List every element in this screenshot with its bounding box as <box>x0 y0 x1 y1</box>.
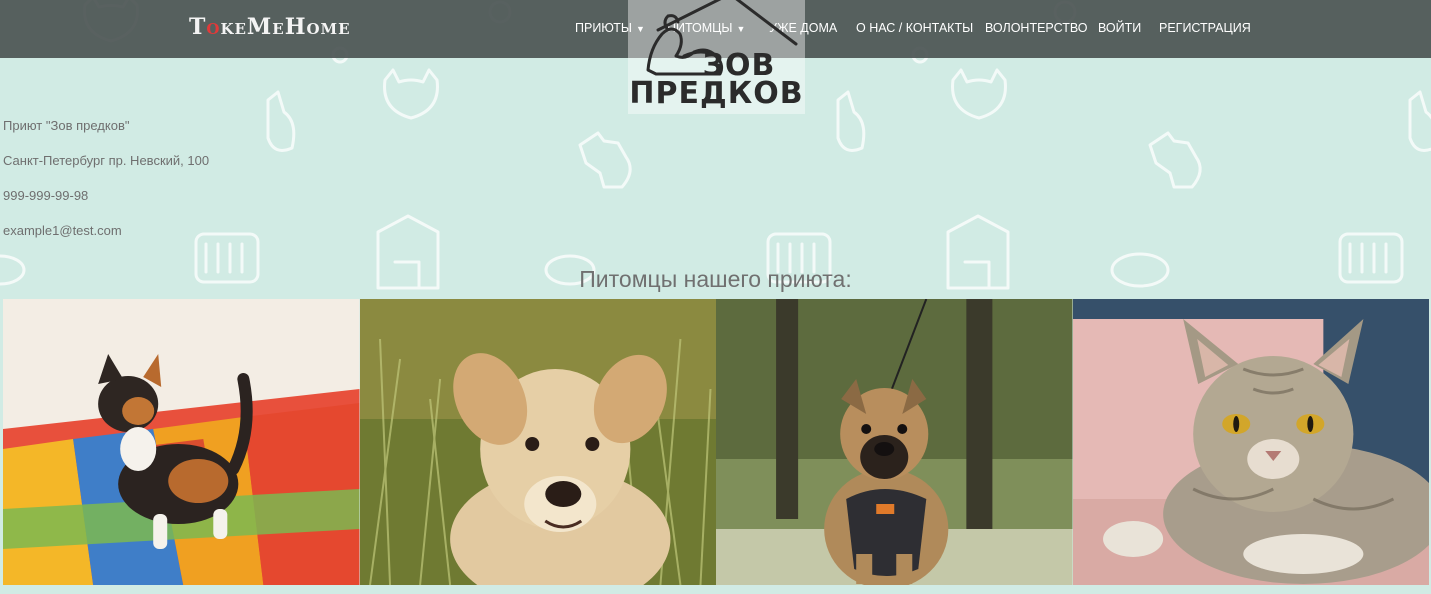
pet-card-puppy[interactable] <box>359 299 716 585</box>
nav-item-login[interactable]: Войти <box>1098 21 1141 35</box>
shelter-address: Санкт-Петербург пр. Невский, 100 <box>3 153 210 168</box>
shelter-logo-line2: ПРЕДКОВ <box>629 76 804 111</box>
nav-item-volunteering[interactable]: Волонтерство <box>985 21 1088 35</box>
brand-logo-accent: o <box>206 14 221 40</box>
pet-card-dog[interactable] <box>716 299 1073 585</box>
nav-item-label: Регистрация <box>1159 21 1251 35</box>
pets-gallery <box>3 299 1429 585</box>
pet-photo-kitten <box>3 299 360 585</box>
brand-logo[interactable]: TokeMeHome <box>189 14 351 44</box>
shelter-logo: ЗОВ ПРЕДКОВ <box>628 0 805 114</box>
brand-logo-prefix: T <box>189 14 207 40</box>
brand-logo-suffix: keMeHome <box>220 14 351 40</box>
pet-photo-dog <box>716 299 1073 585</box>
pet-photo-puppy <box>359 299 716 585</box>
shelter-phone: 999-999-99-98 <box>3 188 89 203</box>
pet-card-cat[interactable] <box>1072 299 1429 585</box>
shelter-email[interactable]: example1@test.com <box>3 223 122 238</box>
nav-item-about-contacts[interactable]: О нас / Контакты <box>856 21 973 35</box>
nav-item-label: Волонтерство <box>985 21 1088 35</box>
nav-item-label: Войти <box>1098 21 1142 35</box>
nav-item-label: О нас / Контакты <box>856 21 974 35</box>
pet-photo-cat <box>1072 299 1429 585</box>
nav-item-label: Приюты <box>575 21 632 35</box>
pet-card-kitten[interactable] <box>3 299 360 585</box>
nav-item-register[interactable]: Регистрация <box>1159 21 1251 35</box>
shelter-name: Приют "Зов предков" <box>3 118 130 133</box>
pets-section-title: Питомцы нашего приюта: <box>579 266 852 292</box>
